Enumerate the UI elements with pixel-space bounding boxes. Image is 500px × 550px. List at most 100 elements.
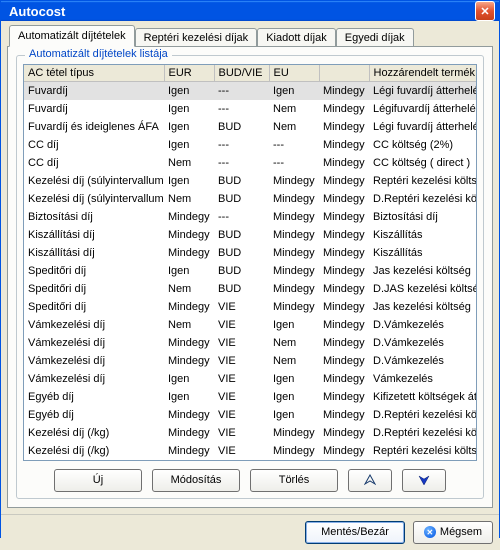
move-down-button[interactable] [402, 469, 446, 492]
table-cell: Nem [269, 118, 319, 136]
table-row[interactable]: Kezelési díj (súlyintervallum)IgenBUDMin… [24, 172, 477, 190]
new-button[interactable]: Új [54, 469, 142, 492]
table-cell: VIE [214, 298, 269, 316]
table-cell: Mindegy [164, 424, 214, 442]
tab-custom-fees[interactable]: Egyedi díjak [336, 28, 414, 47]
table-cell: VIE [214, 406, 269, 424]
table-cell: Mindegy [319, 388, 369, 406]
window-title: Autocost [9, 4, 475, 19]
table-cell: Mindegy [164, 298, 214, 316]
tab-label: Kiadott díjak [266, 32, 327, 44]
delete-button[interactable]: Törlés [250, 469, 338, 492]
table-cell: --- [214, 208, 269, 226]
table-cell: VIE [214, 334, 269, 352]
table-cell: VIE [214, 442, 269, 460]
autocost-window: Autocost ✕ Automatizált díjtételek Repté… [0, 0, 500, 538]
table-cell: Mindegy [269, 244, 319, 262]
table-cell: Vámkezelési díj [24, 316, 164, 334]
data-grid[interactable]: AC tétel típusEURBUD/VIEEU Hozzárendelt t… [23, 64, 477, 461]
column-header[interactable]: EU [269, 65, 319, 82]
table-cell: Vámkezelési díj [24, 334, 164, 352]
table-cell: Mindegy [269, 208, 319, 226]
table-cell: Mindegy [319, 298, 369, 316]
dialog-button-bar: Mentés/Bezár ✕ Mégsem [1, 514, 499, 550]
table-cell: Légi fuvardíj átterhelése [369, 82, 477, 100]
table-row[interactable]: Kezelési díj (/kg)MindegyVIEMindegyMinde… [24, 442, 477, 460]
table-cell: Mindegy [319, 244, 369, 262]
table-row[interactable]: Kiszállítási díjMindegyBUDMindegyMindegy… [24, 244, 477, 262]
table-row[interactable]: Speditőri díjIgenBUDMindegyMindegyJas ke… [24, 262, 477, 280]
table-cell: Mindegy [164, 334, 214, 352]
table-row[interactable]: Speditőri díjMindegyVIEMindegyMindegyJas… [24, 298, 477, 316]
table-row[interactable]: Kiszállítási díjMindegyBUDMindegyMindegy… [24, 226, 477, 244]
table-cell: Mindegy [319, 316, 369, 334]
save-close-button[interactable]: Mentés/Bezár [305, 521, 405, 544]
close-button[interactable]: ✕ [475, 1, 495, 21]
table-cell: Mindegy [319, 172, 369, 190]
table-row[interactable]: FuvardíjIgen---IgenMindegyLégi fuvardíj … [24, 82, 477, 100]
table-cell: D.Reptéri kezelési költség [369, 424, 477, 442]
table-row[interactable]: Vámkezelési díjMindegyVIENemMindegyD.Vám… [24, 334, 477, 352]
column-header[interactable]: EUR [164, 65, 214, 82]
tab-panel: Automatizált díjtételek listája AC tétel… [7, 46, 493, 508]
table-cell: VIE [214, 424, 269, 442]
tab-label: Reptéri kezelési díjak [144, 32, 249, 44]
table-cell: Reptéri kezelési költség [369, 172, 477, 190]
table-cell: Kezelési díj (/kg) [24, 442, 164, 460]
table-cell: D.JAS kezelési költség [369, 280, 477, 298]
table-row[interactable]: Egyéb díjIgenVIEIgenMindegyKifizetett kö… [24, 388, 477, 406]
table-row[interactable]: Kezelési díj (súlyintervallum)NemBUDMind… [24, 190, 477, 208]
table-cell: --- [214, 100, 269, 118]
table-cell: Nem [164, 190, 214, 208]
table-cell: VIE [214, 388, 269, 406]
tab-automated-fees[interactable]: Automatizált díjtételek [9, 25, 135, 47]
column-header[interactable]: BUD/VIE [214, 65, 269, 82]
table-row[interactable]: CC díjIgen------MindegyCC költség (2%) [24, 136, 477, 154]
table-cell: Fuvardíj [24, 82, 164, 100]
table-cell: Igen [164, 136, 214, 154]
table-cell: Mindegy [164, 352, 214, 370]
table-cell: Légi fuvardíj átterhelése [369, 118, 477, 136]
table-cell: CC díj [24, 154, 164, 172]
table-cell: Nem [164, 154, 214, 172]
table-cell: Speditőri díj [24, 262, 164, 280]
table-row[interactable]: Vámkezelési díjMindegyVIENemMindegyD.Vám… [24, 352, 477, 370]
column-header[interactable]: AC tétel típus [24, 65, 164, 82]
edit-button[interactable]: Módosítás [152, 469, 240, 492]
column-header[interactable] [319, 65, 369, 82]
table-cell: Igen [269, 388, 319, 406]
action-button-row: Új Módosítás Törlés [23, 469, 477, 492]
tab-issued-fees[interactable]: Kiadott díjak [257, 28, 336, 47]
table-row[interactable]: Fuvardíj és ideiglenes ÁFAIgenBUDNemMind… [24, 118, 477, 136]
table-cell: Mindegy [319, 370, 369, 388]
table-cell: Nem [269, 100, 319, 118]
table-cell: Mindegy [319, 406, 369, 424]
button-label: Törlés [279, 474, 310, 486]
arrow-up-icon [364, 474, 376, 486]
table-row[interactable]: Kezelési díj (/kg)MindegyVIEMindegyMinde… [24, 424, 477, 442]
cancel-button[interactable]: ✕ Mégsem [413, 521, 493, 544]
table-cell: Igen [269, 316, 319, 334]
table-row[interactable]: Vámkezelési díjIgenVIEIgenMindegyVámkeze… [24, 370, 477, 388]
table-row[interactable]: Vámkezelési díjNemVIEIgenMindegyD.Vámkez… [24, 316, 477, 334]
table-row[interactable]: FuvardíjIgen---NemMindegyLégifuvardíj át… [24, 100, 477, 118]
table-cell: Mindegy [319, 262, 369, 280]
table-row[interactable]: Egyéb díjMindegyVIEIgenMindegyD.Reptéri … [24, 406, 477, 424]
table-cell: CC költség ( direct ) [369, 154, 477, 172]
tab-airport-handling[interactable]: Reptéri kezelési díjak [135, 28, 258, 47]
table-cell: Mindegy [319, 208, 369, 226]
table-row[interactable]: CC díjNem------MindegyCC költség ( direc… [24, 154, 477, 172]
table-cell: Igen [164, 118, 214, 136]
table-cell: Igen [164, 82, 214, 100]
table-cell: Mindegy [269, 424, 319, 442]
move-up-button[interactable] [348, 469, 392, 492]
table-row[interactable]: Speditőri díjNemBUDMindegyMindegyD.JAS k… [24, 280, 477, 298]
table-row[interactable]: Biztosítási díjMindegy---MindegyMindegyB… [24, 208, 477, 226]
button-label: Új [93, 474, 103, 486]
table-cell: Mindegy [319, 442, 369, 460]
table-cell: Nem [164, 316, 214, 334]
table-cell: --- [214, 154, 269, 172]
column-header[interactable]: Hozzárendelt termék [369, 65, 477, 82]
titlebar[interactable]: Autocost ✕ [1, 1, 499, 21]
table-cell: Mindegy [319, 226, 369, 244]
